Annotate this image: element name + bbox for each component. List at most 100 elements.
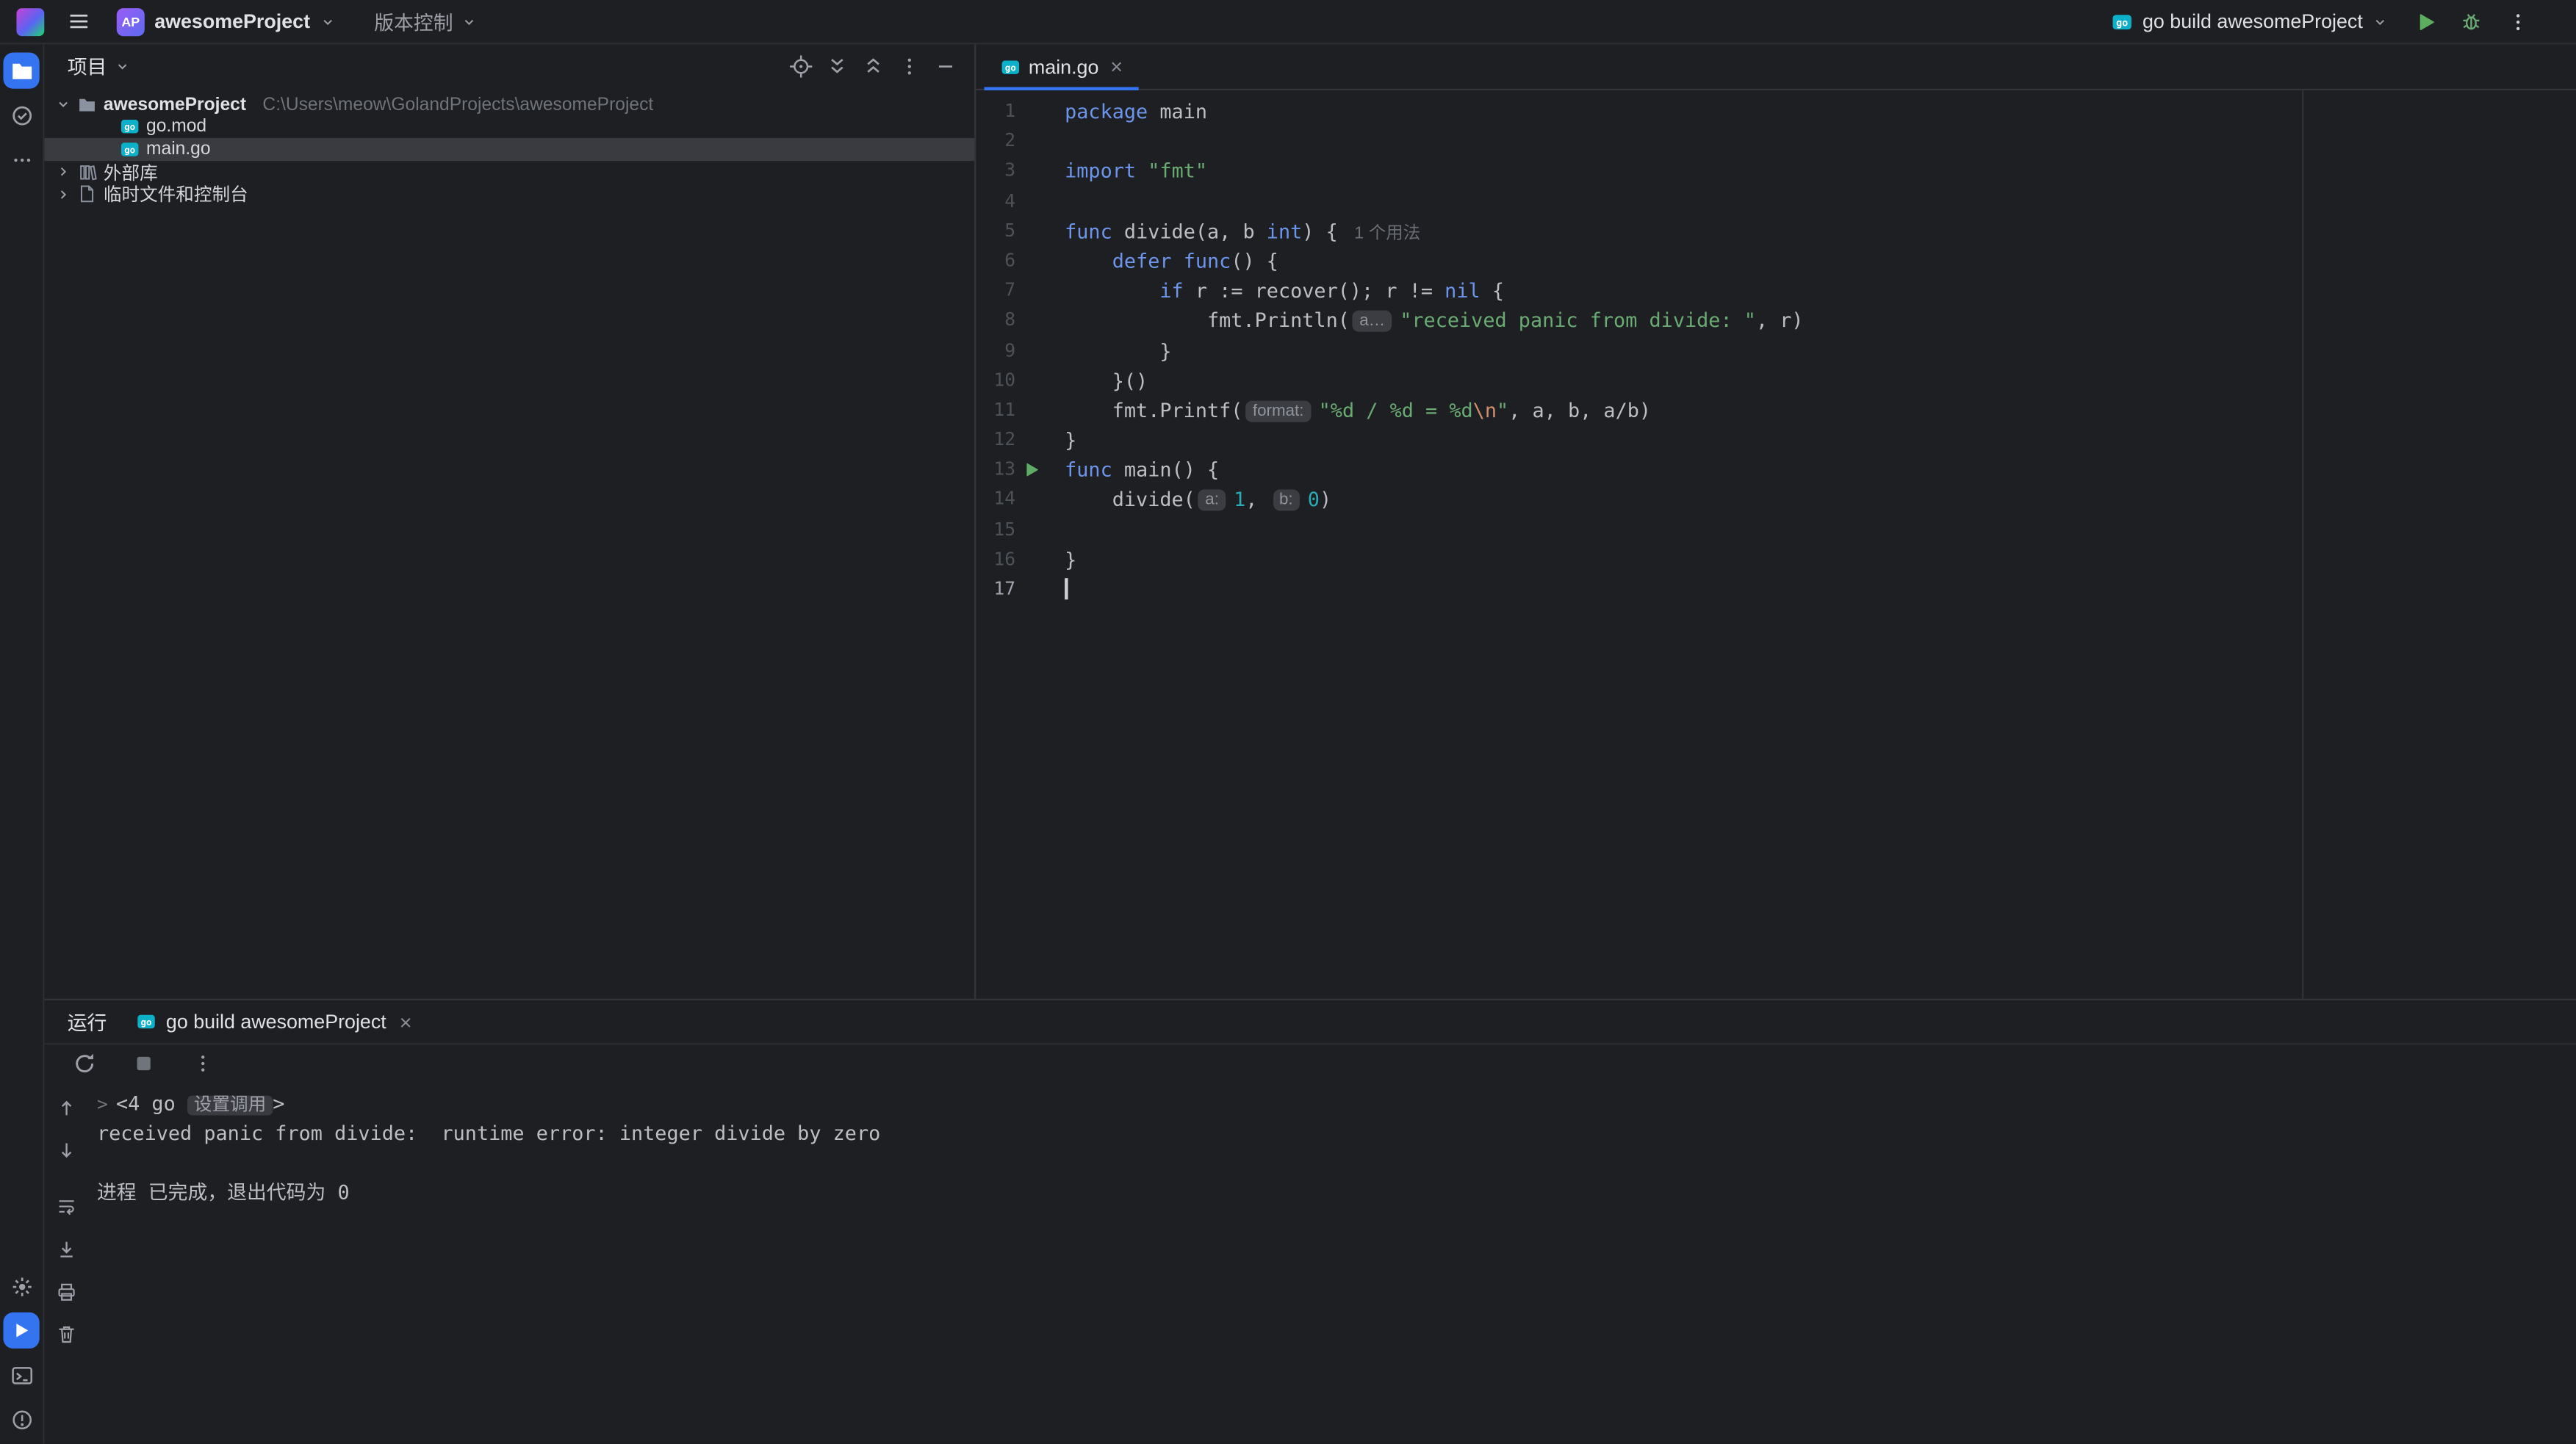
line-number[interactable]: 10 bbox=[976, 366, 1015, 396]
main-menu-button[interactable] bbox=[60, 3, 99, 39]
tree-item-main.go[interactable]: gomain.go bbox=[44, 138, 974, 160]
console-output[interactable]: ><4 go 设置调用>received panic from divide: … bbox=[87, 1083, 2576, 1444]
editor-tab-bar: go main.go × bbox=[976, 44, 2576, 90]
code-line-17[interactable]: 17 bbox=[976, 575, 2576, 605]
line-number[interactable]: 3 bbox=[976, 156, 1015, 187]
code-area[interactable]: 1package main23import "fmt"45func divide… bbox=[976, 90, 2576, 999]
inlay-hint[interactable]: a: bbox=[1198, 490, 1226, 511]
gutter-spacer bbox=[1015, 127, 1048, 157]
code-line-4[interactable]: 4 bbox=[976, 187, 2576, 217]
line-number[interactable]: 17 bbox=[976, 575, 1015, 605]
line-number[interactable]: 1 bbox=[976, 97, 1015, 127]
stripe-more-button[interactable] bbox=[3, 141, 39, 177]
tree-item-外部库[interactable]: 外部库 bbox=[44, 161, 974, 183]
collapse-all-button[interactable] bbox=[856, 50, 889, 83]
next-occurrence-button[interactable] bbox=[46, 1132, 86, 1168]
vcs-widget[interactable]: 版本控制 bbox=[366, 4, 484, 39]
project-widget[interactable]: AP awesomeProject bbox=[109, 4, 343, 39]
code-line-2[interactable]: 2 bbox=[976, 127, 2576, 157]
inlay-hint[interactable]: format: bbox=[1246, 400, 1310, 422]
code-line-14[interactable]: 14 divide(a:1, b:0) bbox=[976, 485, 2576, 516]
code-line-5[interactable]: 5func divide(a, b int) {1 个用法 bbox=[976, 217, 2576, 247]
line-number[interactable]: 7 bbox=[976, 276, 1015, 306]
run-tab-label: go build awesomeProject bbox=[166, 1010, 386, 1033]
close-run-tab-icon[interactable]: × bbox=[400, 1011, 412, 1032]
commit-icon bbox=[9, 103, 34, 128]
line-number[interactable]: 4 bbox=[976, 187, 1015, 217]
prev-occurrence-button[interactable] bbox=[46, 1089, 86, 1125]
project-panel-title[interactable]: 项目 bbox=[68, 53, 107, 81]
code-token: } bbox=[1065, 339, 1171, 362]
gutter-spacer bbox=[1015, 246, 1048, 276]
arrow-down-icon bbox=[55, 1139, 76, 1160]
tree-item-go.mod[interactable]: gogo.mod bbox=[44, 116, 974, 138]
fold-chevron-icon[interactable]: > bbox=[97, 1094, 108, 1115]
chevron-collapsed-icon[interactable] bbox=[54, 187, 71, 201]
library-icon bbox=[77, 162, 97, 181]
usages-hint[interactable]: 1 个用法 bbox=[1354, 223, 1420, 243]
inlay-hint[interactable]: b: bbox=[1273, 490, 1300, 511]
line-number[interactable]: 9 bbox=[976, 336, 1015, 366]
line-number[interactable]: 13 bbox=[976, 455, 1015, 485]
code-line-8[interactable]: 8 fmt.Println(a…"received panic from div… bbox=[976, 306, 2576, 336]
stripe-commit-button[interactable] bbox=[3, 97, 39, 133]
gutter-spacer bbox=[1015, 515, 1048, 545]
code-line-15[interactable]: 15 bbox=[976, 515, 2576, 545]
stripe-terminal-button[interactable] bbox=[3, 1357, 39, 1393]
line-number[interactable]: 8 bbox=[976, 306, 1015, 336]
chevron-collapsed-icon[interactable] bbox=[54, 165, 71, 179]
stripe-problems-button[interactable] bbox=[3, 1401, 39, 1437]
debug-button[interactable] bbox=[2452, 3, 2492, 39]
print-button[interactable] bbox=[46, 1273, 86, 1309]
stripe-project-button[interactable] bbox=[3, 53, 39, 89]
stop-button[interactable] bbox=[123, 1045, 163, 1081]
clear-all-button[interactable] bbox=[46, 1315, 86, 1351]
hide-panel-button[interactable] bbox=[929, 50, 962, 83]
code-line-12[interactable]: 12} bbox=[976, 425, 2576, 455]
stripe-services-button[interactable] bbox=[3, 1268, 39, 1304]
rerun-button[interactable] bbox=[64, 1045, 104, 1081]
line-number[interactable]: 6 bbox=[976, 246, 1015, 276]
line-number[interactable]: 16 bbox=[976, 545, 1015, 575]
tree-item-name: go.mod bbox=[146, 118, 206, 137]
scroll-to-end-button[interactable] bbox=[46, 1230, 86, 1266]
tree-item-临时文件和控制台[interactable]: 临时文件和控制台 bbox=[44, 183, 974, 205]
more-actions-button[interactable] bbox=[2497, 3, 2537, 39]
project-panel-options-button[interactable] bbox=[892, 50, 925, 83]
line-number[interactable]: 2 bbox=[976, 127, 1015, 157]
select-opened-file-button[interactable] bbox=[784, 50, 817, 83]
run-tab[interactable]: go go build awesomeProject × bbox=[137, 1010, 412, 1033]
expand-all-button[interactable] bbox=[820, 50, 853, 83]
folded-region-badge[interactable]: 设置调用 bbox=[187, 1096, 273, 1116]
code-line-9[interactable]: 9 } bbox=[976, 336, 2576, 366]
run-gutter-icon[interactable] bbox=[1015, 455, 1048, 485]
run-config-widget[interactable]: go go build awesomeProject bbox=[2100, 7, 2399, 36]
inlay-hint[interactable]: a… bbox=[1353, 311, 1392, 332]
line-number[interactable]: 12 bbox=[976, 425, 1015, 455]
close-tab-icon[interactable]: × bbox=[1110, 56, 1123, 77]
code-token: fmt.Printf( bbox=[1065, 399, 1242, 422]
code-line-10[interactable]: 10 }() bbox=[976, 366, 2576, 396]
code-line-6[interactable]: 6 defer func() { bbox=[976, 246, 2576, 276]
chevron-down-icon bbox=[2372, 14, 2387, 29]
code-token: r := recover(); r != bbox=[1184, 279, 1444, 302]
editor-tab-main-go[interactable]: go main.go × bbox=[985, 44, 1140, 88]
code-line-13[interactable]: 13func main() { bbox=[976, 455, 2576, 485]
chevron-expanded-icon[interactable] bbox=[54, 98, 71, 112]
stripe-run-button[interactable] bbox=[3, 1313, 39, 1349]
run-button[interactable] bbox=[2406, 3, 2445, 39]
code-line-3[interactable]: 3import "fmt" bbox=[976, 156, 2576, 187]
line-number[interactable]: 5 bbox=[976, 217, 1015, 247]
code-line-16[interactable]: 16} bbox=[976, 545, 2576, 575]
run-options-button[interactable] bbox=[182, 1045, 222, 1081]
soft-wrap-button[interactable] bbox=[46, 1188, 86, 1224]
go-file-icon: go bbox=[1001, 57, 1021, 76]
code-line-1[interactable]: 1package main bbox=[976, 97, 2576, 127]
line-number[interactable]: 15 bbox=[976, 515, 1015, 545]
line-number[interactable]: 11 bbox=[976, 396, 1015, 426]
run-toolbar bbox=[44, 1044, 2576, 1082]
code-line-11[interactable]: 11 fmt.Printf(format:"%d / %d = %d\n", a… bbox=[976, 396, 2576, 426]
tree-item-awesomeProject[interactable]: awesomeProjectC:\Users\meow\GolandProjec… bbox=[44, 93, 974, 115]
code-line-7[interactable]: 7 if r := recover(); r != nil { bbox=[976, 276, 2576, 306]
line-number[interactable]: 14 bbox=[976, 485, 1015, 516]
